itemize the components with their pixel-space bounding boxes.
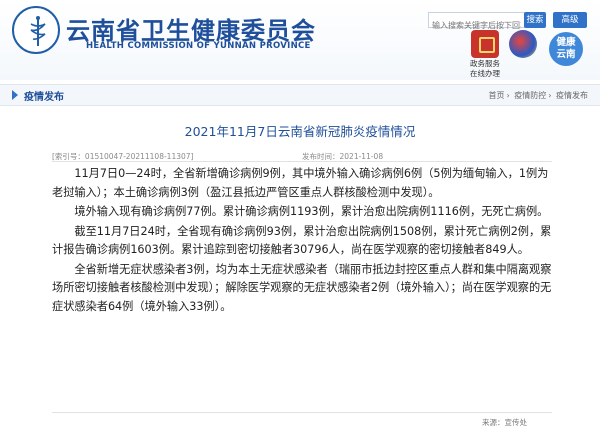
- advanced-search-button[interactable]: 高级: [553, 12, 587, 28]
- site-header: 云南省卫生健康委员会 HEALTH COMMISSION OF YUNNAN P…: [0, 0, 600, 80]
- breadcrumb-epidemic-control[interactable]: 疫情防控: [514, 91, 546, 100]
- divider: [52, 412, 552, 413]
- divider: [52, 161, 552, 162]
- gov-service-label-2: 在线办理: [470, 69, 500, 78]
- app-logo-icon: [509, 30, 537, 58]
- article-source: 来源：宣传处: [482, 418, 527, 427]
- breadcrumb-bar: 疫情发布 首页 › 疫情防控 › 疫情发布: [0, 84, 600, 106]
- article-meta: [索引号：01510047-20211108-11307] 发布时间：2021-…: [52, 148, 552, 161]
- article-body: 11月7日0—24时，全省新增确诊病例9例，其中境外输入确诊病例6例（5例为缅甸…: [52, 165, 557, 317]
- health-yunnan-label-2: 云南: [556, 49, 576, 60]
- breadcrumb-separator: ›: [548, 91, 552, 100]
- section-title: 疫情发布: [24, 92, 64, 103]
- app-link[interactable]: [506, 30, 540, 58]
- paragraph: 全省新增无症状感染者3例，均为本土无症状感染者（瑞丽市抵边封控区重点人群和集中隔…: [52, 262, 552, 313]
- triangle-right-icon: [12, 90, 18, 100]
- breadcrumb-epidemic-release[interactable]: 疫情发布: [556, 91, 588, 100]
- breadcrumb-separator: ›: [506, 91, 510, 100]
- breadcrumb-home[interactable]: 首页: [489, 91, 505, 100]
- article-title: 2021年11月7日云南省新冠肺炎疫情情况: [184, 124, 416, 139]
- org-name-english: HEALTH COMMISSION OF YUNNAN PROVINCE: [86, 41, 311, 51]
- paragraph: 境外输入现有确诊病例77例。累计确诊病例1193例，累计治愈出院病例1116例，…: [74, 205, 549, 218]
- health-yunnan-label-1: 健康: [556, 37, 576, 48]
- gov-service-link[interactable]: 政务服务 在线办理: [468, 30, 502, 78]
- health-yunnan-link[interactable]: 健康 云南: [546, 32, 586, 66]
- search-button[interactable]: 搜索: [524, 12, 546, 28]
- health-yunnan-icon: 健康 云南: [549, 32, 583, 66]
- paragraph: 截至11月7日24时，全省现有确诊病例93例，累计治愈出院病例1508例，累计死…: [52, 224, 552, 257]
- paragraph: 11月7日0—24时，全省新增确诊病例9例，其中境外输入确诊病例6例（5例为缅甸…: [52, 167, 549, 199]
- gov-service-label-1: 政务服务: [470, 59, 500, 68]
- gov-service-icon: [471, 30, 499, 58]
- breadcrumb: 首页 › 疫情防控 › 疫情发布: [487, 90, 589, 101]
- commission-emblem-icon: [12, 6, 60, 54]
- search-box: [428, 12, 525, 33]
